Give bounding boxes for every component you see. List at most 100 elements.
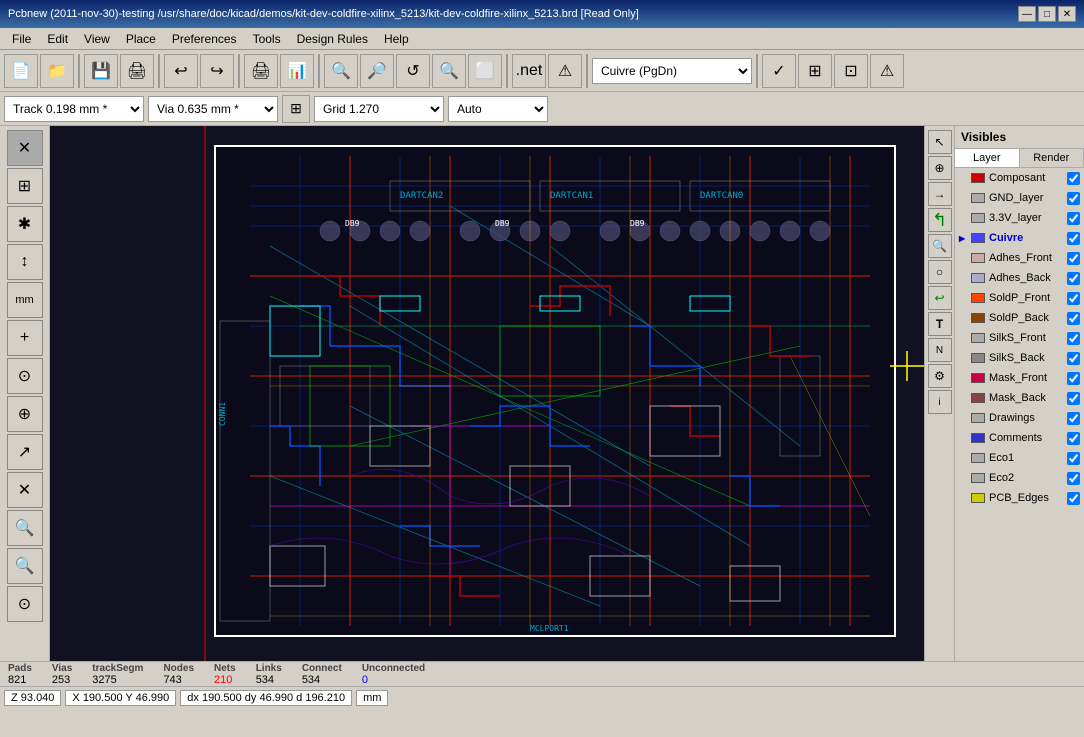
via-select[interactable]: Via 0.635 mm * bbox=[148, 96, 278, 122]
pcb-canvas[interactable]: DARTCAN2 DARTCAN1 DARTCAN0 CONN1 MCLPORT… bbox=[50, 126, 924, 661]
layer-row[interactable]: ▶Cuivre bbox=[955, 228, 1084, 248]
menu-edit[interactable]: Edit bbox=[39, 30, 76, 48]
layer-visibility-checkbox[interactable] bbox=[1067, 292, 1080, 305]
menu-file[interactable]: File bbox=[4, 30, 39, 48]
info-button[interactable]: i bbox=[928, 390, 952, 414]
route-button[interactable]: ↰ bbox=[928, 208, 952, 232]
layer-visibility-checkbox[interactable] bbox=[1067, 272, 1080, 285]
search2-button[interactable]: 🔍 bbox=[928, 234, 952, 258]
zoom-out-button[interactable]: 🔎 bbox=[360, 54, 394, 88]
zoom-area-button[interactable]: ⬜ bbox=[468, 54, 502, 88]
undo2-button[interactable]: ↩ bbox=[928, 286, 952, 310]
crosshair-button[interactable]: + bbox=[7, 320, 43, 356]
open-button[interactable]: 📁 bbox=[40, 54, 74, 88]
layer-row[interactable]: 3.3V_layer bbox=[955, 208, 1084, 228]
tab-layer[interactable]: Layer bbox=[955, 149, 1020, 167]
save-button[interactable]: 💾 bbox=[84, 54, 118, 88]
layer-row[interactable]: SilkS_Front bbox=[955, 328, 1084, 348]
highlight-button[interactable]: ⊙ bbox=[7, 586, 43, 622]
text-button[interactable]: T bbox=[928, 312, 952, 336]
layer-row[interactable]: SilkS_Back bbox=[955, 348, 1084, 368]
search-button[interactable]: 🔍 bbox=[7, 510, 43, 546]
layer-visibility-checkbox[interactable] bbox=[1067, 232, 1080, 245]
layer-row[interactable]: Adhes_Back bbox=[955, 268, 1084, 288]
print2-button[interactable]: 🖨 bbox=[244, 54, 278, 88]
ratsnest-button[interactable]: ✱ bbox=[7, 206, 43, 242]
layer-visibility-checkbox[interactable] bbox=[1067, 172, 1080, 185]
layer-visibility-checkbox[interactable] bbox=[1067, 412, 1080, 425]
grid-select[interactable]: Grid 1.270 bbox=[314, 96, 444, 122]
pad-button[interactable]: ⊙ bbox=[7, 358, 43, 394]
layer-visibility-checkbox[interactable] bbox=[1067, 472, 1080, 485]
inspect-button[interactable]: 🔍 bbox=[7, 548, 43, 584]
footprint-button[interactable]: ⊞ bbox=[798, 54, 832, 88]
layer-row[interactable]: GND_layer bbox=[955, 188, 1084, 208]
crosshair2-button[interactable]: ⊕ bbox=[928, 156, 952, 180]
auto-select[interactable]: Auto bbox=[448, 96, 548, 122]
close-button[interactable]: ✕ bbox=[1058, 6, 1076, 22]
3d-button[interactable]: ⊡ bbox=[834, 54, 868, 88]
dimension-button[interactable]: ↕ bbox=[7, 244, 43, 280]
layer-row[interactable]: Drawings bbox=[955, 408, 1084, 428]
separator-1 bbox=[78, 54, 80, 88]
pads-status: Pads 821 bbox=[8, 663, 32, 686]
layer-row[interactable]: Eco1 bbox=[955, 448, 1084, 468]
layer-visibility-checkbox[interactable] bbox=[1067, 332, 1080, 345]
layer-select[interactable]: Cuivre (PgDn) bbox=[592, 58, 752, 84]
verify-button[interactable]: ✓ bbox=[762, 54, 796, 88]
cursor-button[interactable]: ↖ bbox=[928, 130, 952, 154]
zone-button[interactable]: ✕ bbox=[7, 472, 43, 508]
settings-button[interactable]: ⚙ bbox=[928, 364, 952, 388]
layer-visibility-checkbox[interactable] bbox=[1067, 252, 1080, 265]
redo-button[interactable]: ↪ bbox=[200, 54, 234, 88]
print-button[interactable]: 🖨 bbox=[120, 54, 154, 88]
netlist-button[interactable]: .net bbox=[512, 54, 546, 88]
layer-visibility-checkbox[interactable] bbox=[1067, 352, 1080, 365]
layer-row[interactable]: Mask_Back bbox=[955, 388, 1084, 408]
layer-visibility-checkbox[interactable] bbox=[1067, 452, 1080, 465]
layer-visibility-checkbox[interactable] bbox=[1067, 492, 1080, 505]
circle-button[interactable]: ○ bbox=[928, 260, 952, 284]
layer-row[interactable]: SoldP_Back bbox=[955, 308, 1084, 328]
select-tool-button[interactable]: ✕ bbox=[7, 130, 43, 166]
track-button[interactable]: ↗ bbox=[7, 434, 43, 470]
layer-row[interactable]: Composant bbox=[955, 168, 1084, 188]
plot-button[interactable]: 📊 bbox=[280, 54, 314, 88]
new-button[interactable]: 📄 bbox=[4, 54, 38, 88]
layer-visibility-checkbox[interactable] bbox=[1067, 212, 1080, 225]
maximize-button[interactable]: □ bbox=[1038, 6, 1056, 22]
zoom-fit-button[interactable]: 🔍 bbox=[432, 54, 466, 88]
menu-design-rules[interactable]: Design Rules bbox=[289, 30, 376, 48]
track-select[interactable]: Track 0.198 mm * bbox=[4, 96, 144, 122]
layer-row[interactable]: Eco2 bbox=[955, 468, 1084, 488]
menu-preferences[interactable]: Preferences bbox=[164, 30, 245, 48]
menu-tools[interactable]: Tools bbox=[245, 30, 289, 48]
undo-button[interactable]: ↩ bbox=[164, 54, 198, 88]
layer-visibility-checkbox[interactable] bbox=[1067, 192, 1080, 205]
zoom-refresh-button[interactable]: ↺ bbox=[396, 54, 430, 88]
layer-visibility-checkbox[interactable] bbox=[1067, 432, 1080, 445]
menu-place[interactable]: Place bbox=[118, 30, 164, 48]
layer-row[interactable]: PCB_Edges bbox=[955, 488, 1084, 508]
layer-row[interactable]: SoldP_Front bbox=[955, 288, 1084, 308]
layer-row[interactable]: Comments bbox=[955, 428, 1084, 448]
grid-icon-button[interactable]: ⊞ bbox=[282, 95, 310, 123]
layer-visibility-checkbox[interactable] bbox=[1067, 392, 1080, 405]
window-controls: — □ ✕ bbox=[1018, 6, 1076, 22]
layer-visibility-checkbox[interactable] bbox=[1067, 372, 1080, 385]
tab-render[interactable]: Render bbox=[1020, 149, 1084, 167]
zoom-in-button[interactable]: 🔍 bbox=[324, 54, 358, 88]
arrow-button[interactable]: → bbox=[928, 182, 952, 206]
component-button[interactable]: ⊕ bbox=[7, 396, 43, 432]
warn-button[interactable]: ⚠ bbox=[870, 54, 904, 88]
layer-row[interactable]: Mask_Front bbox=[955, 368, 1084, 388]
drc-button[interactable]: ⚠ bbox=[548, 54, 582, 88]
menu-help[interactable]: Help bbox=[376, 30, 417, 48]
north-button[interactable]: N bbox=[928, 338, 952, 362]
minimize-button[interactable]: — bbox=[1018, 6, 1036, 22]
grid-tool-button[interactable]: ⊞ bbox=[7, 168, 43, 204]
layer-row[interactable]: Adhes_Front bbox=[955, 248, 1084, 268]
layer-visibility-checkbox[interactable] bbox=[1067, 312, 1080, 325]
menu-view[interactable]: View bbox=[76, 30, 118, 48]
mm-button[interactable]: mm bbox=[7, 282, 43, 318]
